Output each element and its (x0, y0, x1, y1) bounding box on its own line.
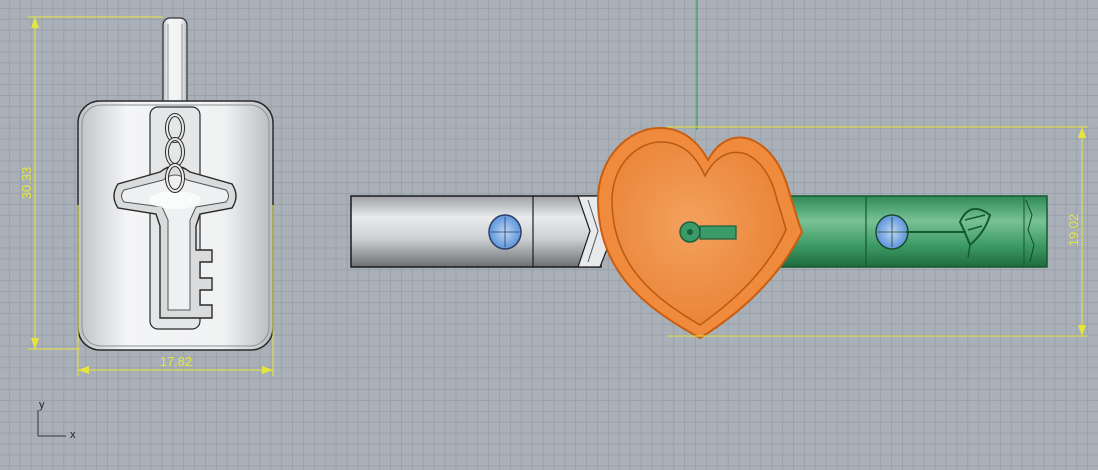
axis-indicator (37, 410, 66, 437)
axis-x-label: x (70, 429, 76, 441)
band-object[interactable] (350, 126, 1048, 340)
rhino-top-viewport[interactable]: 30.33 17.82 19.02 y x (0, 0, 1098, 470)
dimension-height-label: 30.33 (19, 167, 34, 200)
axis-y-label: y (39, 399, 45, 411)
dimension-strip-height-label: 19.02 (1066, 214, 1081, 247)
band-left-segment (350, 195, 602, 268)
pendant-object[interactable] (77, 17, 274, 351)
dimension-width-label: 17.82 (160, 354, 193, 369)
viewport-canvas[interactable]: 30.33 17.82 19.02 y x (0, 0, 1098, 470)
